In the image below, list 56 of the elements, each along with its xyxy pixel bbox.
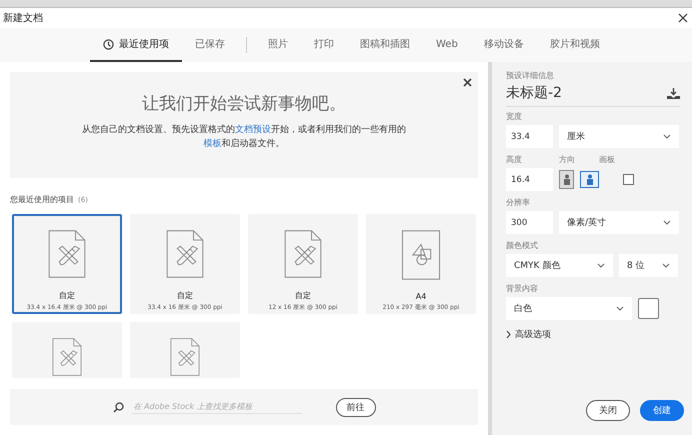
search-icon	[112, 402, 124, 412]
chevron-icon	[506, 331, 512, 338]
chevron-icon	[663, 220, 671, 225]
tab[interactable]: Web	[423, 28, 471, 62]
clock-icon	[103, 38, 114, 50]
person-icon	[562, 174, 570, 185]
tab[interactable]: 照片	[255, 28, 301, 62]
create-button[interactable]: 创建	[640, 400, 684, 421]
field-label: 高度	[506, 154, 523, 165]
field-label: 颜色模式	[506, 240, 539, 251]
window-title: 新建文档	[3, 12, 43, 25]
close-button[interactable]	[463, 78, 472, 87]
background-dropdown[interactable]: 白色	[506, 297, 632, 320]
go-button[interactable]: 前往	[336, 398, 376, 416]
close-icon[interactable]	[678, 13, 688, 23]
section-heading: 预设详细信息	[506, 70, 555, 81]
search-field[interactable]: 在 Adobe Stock 上查找更多模板	[132, 400, 302, 414]
artboards-checkbox[interactable]	[623, 174, 634, 185]
tab[interactable]: 图稿和插图	[347, 28, 423, 62]
portrait-button[interactable]	[559, 170, 574, 189]
field-label: 画板	[599, 154, 616, 165]
link[interactable]: 文档预设	[235, 124, 271, 134]
card-title: 自定	[177, 290, 193, 301]
tab[interactable]: 打印	[301, 28, 347, 62]
recent-heading: 您最近使用的项目	[10, 194, 74, 205]
bit-depth-dropdown[interactable]: 8 位	[619, 254, 678, 277]
welcome-text: 从您自己的文档设置、预先设置格式的文档预设开始，或者利用我们的一些有用的 模板和启动器文件。	[81, 124, 407, 150]
link[interactable]: 模板	[204, 138, 222, 148]
tab[interactable]: 已保存	[182, 28, 238, 62]
color-mode-dropdown[interactable]: CMYK 颜色	[506, 254, 613, 277]
chevron-icon	[663, 134, 671, 139]
resolution-unit-dropdown[interactable]: 像素/英寸	[559, 211, 679, 234]
field-label: 背景内容	[506, 283, 539, 294]
color-swatch[interactable]	[638, 298, 659, 319]
card-title: A4	[416, 292, 426, 301]
card-title: 自定	[59, 290, 75, 301]
person-icon	[586, 174, 594, 185]
height-field[interactable]: 16.4	[506, 168, 553, 191]
width-field[interactable]: 33.4	[506, 125, 553, 148]
chevron-icon	[616, 306, 624, 311]
close-dialog-button[interactable]: 关闭	[586, 400, 630, 421]
landscape-button[interactable]	[580, 171, 599, 188]
chevron-icon	[662, 263, 670, 268]
chevron-icon	[597, 263, 605, 268]
card-title: 自定	[295, 290, 311, 301]
field-label: 分辨率	[506, 197, 531, 208]
save-preset-icon[interactable]	[667, 88, 680, 98]
tab[interactable]: 胶片和视频	[536, 28, 613, 62]
resolution-field[interactable]: 300	[506, 211, 553, 234]
tab[interactable]: 移动设备	[470, 28, 537, 62]
advanced-options-toggle[interactable]: 高级选项	[506, 328, 551, 341]
welcome-title: 让我们开始尝试新事物吧。	[142, 92, 346, 114]
field-label: 宽度	[506, 111, 523, 122]
document-name[interactable]: 未标题-2	[506, 84, 562, 102]
unit-dropdown[interactable]: 厘米	[559, 125, 679, 148]
field-label: 方向	[559, 154, 576, 165]
